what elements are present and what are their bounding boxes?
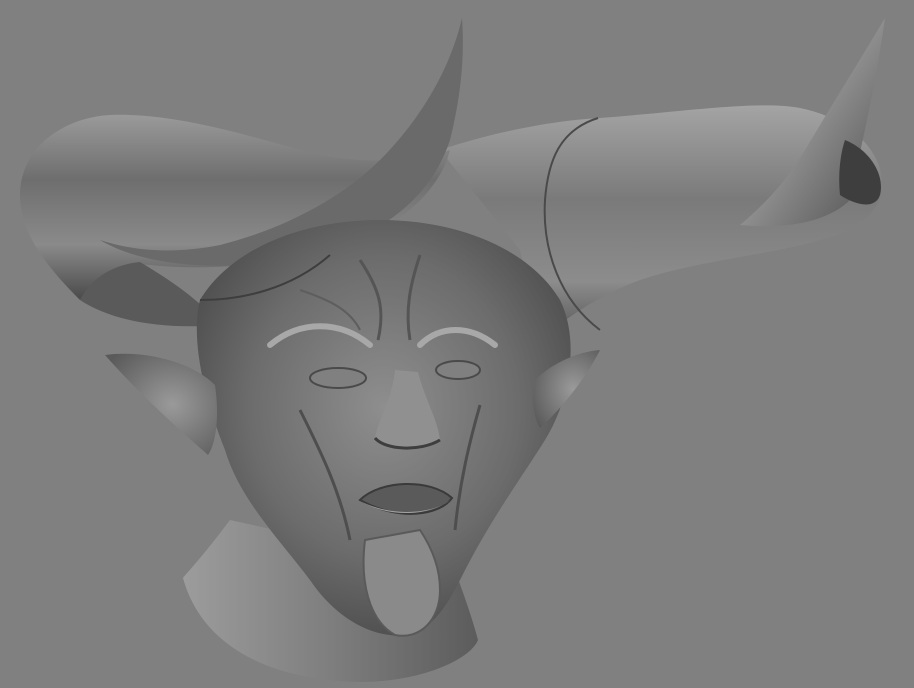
3d-viewport[interactable]	[0, 0, 914, 688]
eye-hole-left	[309, 367, 367, 389]
eye-hole-right	[435, 360, 481, 380]
ear-left	[105, 353, 218, 455]
horn-right-end	[839, 140, 881, 205]
sculpt-render	[20, 18, 885, 682]
